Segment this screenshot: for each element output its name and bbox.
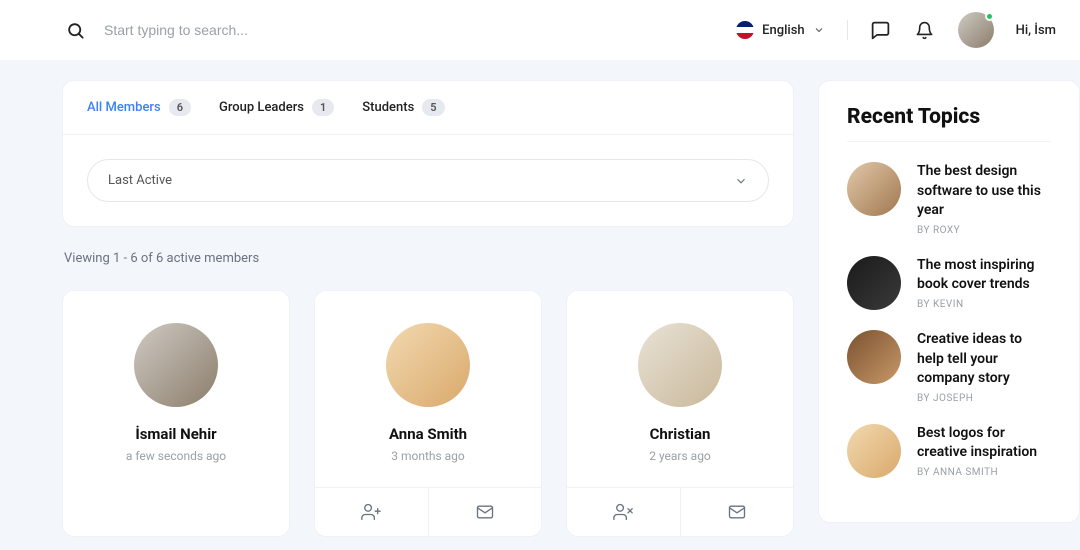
member-actions: [567, 487, 793, 536]
topic-item[interactable]: Best logos for creative inspiration BY A…: [847, 424, 1051, 478]
recent-topics-title: Recent Topics: [847, 105, 1051, 129]
member-name[interactable]: Christian: [650, 425, 711, 443]
avatar: [847, 330, 901, 384]
remove-friend-button[interactable]: [567, 488, 680, 536]
topic-body: The best design software to use this yea…: [917, 162, 1051, 236]
mail-icon: [727, 502, 747, 522]
divider: [847, 141, 1051, 142]
user-plus-icon: [361, 502, 381, 522]
member-time: 3 months ago: [391, 449, 465, 463]
member-actions: [315, 487, 541, 536]
filter-card: All Members 6 Group Leaders 1 Students 5…: [62, 80, 794, 227]
topic-body: Best logos for creative inspiration BY A…: [917, 424, 1051, 478]
sort-selected: Last Active: [108, 173, 172, 188]
uk-flag-icon: [736, 21, 754, 39]
tabs: All Members 6 Group Leaders 1 Students 5: [63, 81, 793, 135]
member-body: İsmail Nehir a few seconds ago: [63, 291, 289, 487]
topic-item[interactable]: Creative ideas to help tell your company…: [847, 330, 1051, 404]
search-input[interactable]: [104, 22, 424, 38]
member-card: Anna Smith 3 months ago: [314, 290, 542, 537]
tab-label: All Members: [87, 100, 161, 115]
topic-body: The most inspiring book cover trends BY …: [917, 256, 1051, 310]
member-time: a few seconds ago: [126, 449, 226, 463]
main-column: All Members 6 Group Leaders 1 Students 5…: [62, 80, 794, 530]
tab-count-badge: 5: [422, 99, 444, 116]
sort-select[interactable]: Last Active: [87, 159, 769, 202]
avatar[interactable]: [386, 323, 470, 407]
member-time: 2 years ago: [649, 449, 711, 463]
avatar: [847, 162, 901, 216]
member-card: İsmail Nehir a few seconds ago: [62, 290, 290, 537]
top-bar: English Hi, İsm: [0, 0, 1080, 60]
message-button[interactable]: [428, 488, 542, 536]
mail-icon: [475, 502, 495, 522]
tab-students[interactable]: Students 5: [362, 99, 444, 116]
tab-group-leaders[interactable]: Group Leaders 1: [219, 99, 334, 116]
member-body: Anna Smith 3 months ago: [315, 291, 541, 487]
member-name[interactable]: İsmail Nehir: [135, 425, 216, 443]
member-grid: İsmail Nehir a few seconds ago Anna Smit…: [62, 290, 794, 537]
topic-title: The best design software to use this yea…: [917, 162, 1051, 221]
topic-author: BY ANNA SMITH: [917, 467, 1051, 478]
member-body: Christian 2 years ago: [567, 291, 793, 487]
topic-title: The most inspiring book cover trends: [917, 256, 1051, 295]
bell-icon[interactable]: [914, 19, 936, 41]
member-name[interactable]: Anna Smith: [389, 425, 467, 443]
add-friend-button[interactable]: [315, 488, 428, 536]
search-wrap: [64, 19, 720, 41]
language-label: English: [762, 23, 805, 38]
chat-icon[interactable]: [870, 19, 892, 41]
tab-count-badge: 6: [169, 99, 191, 116]
avatar: [847, 424, 901, 478]
message-button[interactable]: [680, 488, 794, 536]
side-column: Recent Topics The best design software t…: [818, 80, 1080, 530]
chevron-down-icon: [813, 24, 825, 36]
divider: [847, 20, 848, 40]
tab-label: Group Leaders: [219, 100, 304, 115]
content: All Members 6 Group Leaders 1 Students 5…: [0, 60, 1080, 550]
online-dot-icon: [985, 12, 994, 21]
topic-author: BY JOSEPH: [917, 393, 1051, 404]
avatar[interactable]: [134, 323, 218, 407]
topic-item[interactable]: The best design software to use this yea…: [847, 162, 1051, 236]
sort-wrap: Last Active: [63, 135, 793, 226]
member-card: Christian 2 years ago: [566, 290, 794, 537]
tab-count-badge: 1: [312, 99, 334, 116]
avatar[interactable]: [638, 323, 722, 407]
topic-title: Creative ideas to help tell your company…: [917, 330, 1051, 389]
tab-all-members[interactable]: All Members 6: [87, 99, 191, 116]
recent-topics-card: Recent Topics The best design software t…: [818, 80, 1080, 523]
topic-body: Creative ideas to help tell your company…: [917, 330, 1051, 404]
search-icon[interactable]: [64, 19, 86, 41]
viewing-text: Viewing 1 - 6 of 6 active members: [62, 251, 794, 266]
avatar: [847, 256, 901, 310]
topic-item[interactable]: The most inspiring book cover trends BY …: [847, 256, 1051, 310]
chevron-down-icon: [734, 174, 748, 188]
tab-label: Students: [362, 100, 414, 115]
user-avatar[interactable]: [958, 12, 994, 48]
language-selector[interactable]: English: [736, 21, 825, 39]
topic-title: Best logos for creative inspiration: [917, 424, 1051, 463]
user-x-icon: [613, 502, 633, 522]
topic-author: BY KEVIN: [917, 299, 1051, 310]
greeting: Hi, İsm: [1016, 23, 1056, 38]
topic-author: BY ROXY: [917, 225, 1051, 236]
topbar-right: English Hi, İsm: [736, 12, 1056, 48]
